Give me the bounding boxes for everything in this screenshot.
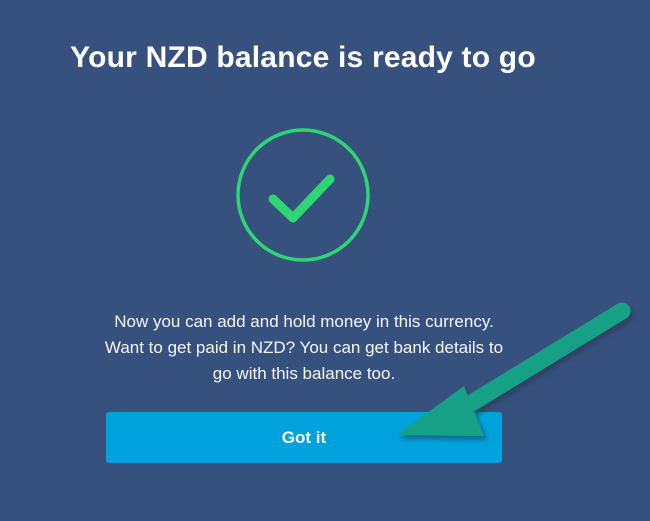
confirmation-message: Now you can add and hold money in this c…: [104, 312, 504, 383]
page-title: Your NZD balance is ready to go: [70, 41, 536, 74]
got-it-button[interactable]: Got it: [106, 412, 502, 463]
checkmark-circle-icon: [235, 127, 371, 263]
